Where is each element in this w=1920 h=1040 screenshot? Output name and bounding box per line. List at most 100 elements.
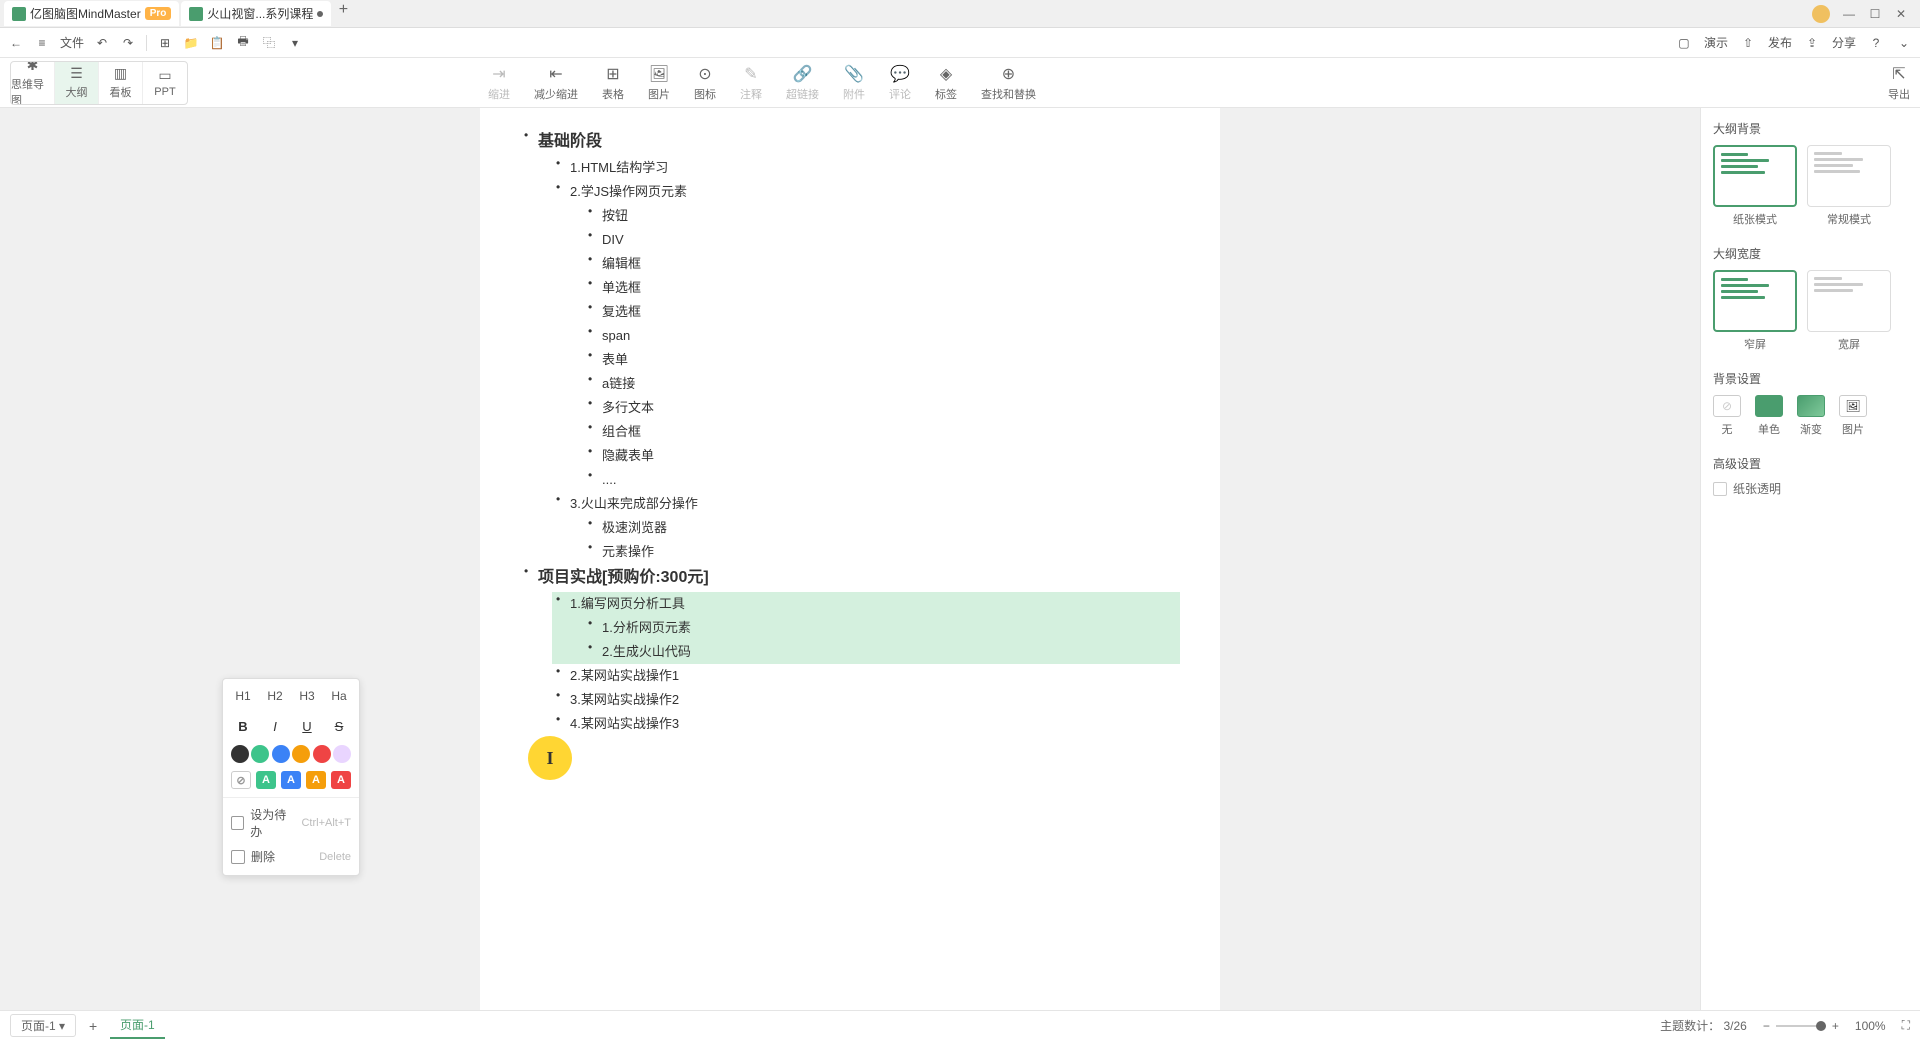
fullscreen-icon[interactable]: ⛶ bbox=[1902, 1018, 1910, 1033]
delete-button[interactable]: 删除 Delete bbox=[231, 844, 351, 869]
zoom-out-button[interactable]: − bbox=[1763, 1019, 1770, 1033]
outline-item[interactable]: 按钮 bbox=[584, 204, 1180, 228]
bg-normal-mode[interactable]: 常规模式 bbox=[1807, 145, 1891, 227]
outline-item[interactable]: 复选框 bbox=[584, 300, 1180, 324]
checkbox[interactable] bbox=[1713, 482, 1727, 496]
outline-heading[interactable]: 项目实战[预购价:300元] 1.编写网页分析工具 1.分析网页元素 2.生成火… bbox=[520, 564, 1180, 736]
chevron-down-icon[interactable]: ⌄ bbox=[1896, 35, 1912, 51]
outline-heading[interactable]: 基础阶段 1.HTML结构学习 2.学JS操作网页元素 按钮 DIV 编辑框 单… bbox=[520, 128, 1180, 564]
save-icon[interactable]: ⊞ bbox=[157, 35, 173, 51]
color-green[interactable] bbox=[251, 745, 269, 763]
heading-ha[interactable]: Ha bbox=[327, 685, 351, 707]
view-kanban[interactable]: ▥看板 bbox=[99, 62, 143, 104]
bg-gradient-option[interactable]: 渐变 bbox=[1797, 395, 1825, 437]
publish-icon[interactable]: ⇧ bbox=[1740, 35, 1756, 51]
help-icon[interactable]: ? bbox=[1868, 35, 1884, 51]
outline-item[interactable]: 单选框 bbox=[584, 276, 1180, 300]
indent-button[interactable]: ⇥缩进 bbox=[488, 64, 510, 102]
publish-button[interactable]: 发布 bbox=[1768, 34, 1792, 51]
outline-item[interactable]: 1.HTML结构学习 bbox=[552, 156, 1180, 180]
bg-none-option[interactable]: ⊘无 bbox=[1713, 395, 1741, 437]
menu-icon[interactable]: ≡ bbox=[34, 35, 50, 51]
outdent-button[interactable]: ⇤减少缩进 bbox=[534, 64, 578, 102]
outline-document[interactable]: 基础阶段 1.HTML结构学习 2.学JS操作网页元素 按钮 DIV 编辑框 单… bbox=[480, 108, 1220, 1010]
image-button[interactable]: 🖼图片 bbox=[648, 64, 670, 102]
file-menu[interactable]: 文件 bbox=[60, 34, 84, 51]
heading-h1[interactable]: H1 bbox=[231, 685, 255, 707]
bg-image-option[interactable]: 🖼图片 bbox=[1839, 395, 1867, 437]
zoom-value[interactable]: 100% bbox=[1855, 1019, 1886, 1033]
add-tab-button[interactable]: + bbox=[333, 1, 353, 26]
maximize-button[interactable]: ☐ bbox=[1868, 7, 1882, 21]
clipboard-icon[interactable]: 📋 bbox=[209, 35, 225, 51]
zoom-slider-track[interactable] bbox=[1776, 1025, 1826, 1027]
outline-item[interactable]: 编辑框 bbox=[584, 252, 1180, 276]
outline-item[interactable]: DIV bbox=[584, 228, 1180, 252]
share-button[interactable]: 分享 bbox=[1832, 34, 1856, 51]
color-purple[interactable] bbox=[333, 745, 351, 763]
transparent-checkbox-row[interactable]: 纸张透明 bbox=[1713, 480, 1908, 497]
outline-item[interactable]: .... bbox=[584, 468, 1180, 492]
view-mindmap[interactable]: ✱思维导图 bbox=[11, 62, 55, 104]
bg-solid-option[interactable]: 单色 bbox=[1755, 395, 1783, 437]
page-tab[interactable]: 页面-1 bbox=[110, 1012, 165, 1039]
outline-item[interactable]: a链接 bbox=[584, 372, 1180, 396]
heading-h2[interactable]: H2 bbox=[263, 685, 287, 707]
outline-item[interactable]: 2.学JS操作网页元素 按钮 DIV 编辑框 单选框 复选框 span 表单 a… bbox=[552, 180, 1180, 492]
view-outline[interactable]: ☰大纲 bbox=[55, 62, 99, 104]
hyperlink-button[interactable]: 🔗超链接 bbox=[786, 64, 819, 102]
color-orange[interactable] bbox=[292, 745, 310, 763]
export-button[interactable]: ⇱导出 bbox=[1888, 64, 1910, 102]
tab-document[interactable]: 火山视窗...系列课程 bbox=[181, 1, 331, 26]
color-black[interactable] bbox=[231, 745, 249, 763]
comment-button[interactable]: 💬评论 bbox=[889, 64, 911, 102]
heading-h3[interactable]: H3 bbox=[295, 685, 319, 707]
bg-green[interactable]: A bbox=[256, 771, 276, 789]
table-button[interactable]: ⊞表格 bbox=[602, 64, 624, 102]
minimize-button[interactable]: — bbox=[1842, 7, 1856, 21]
outline-item[interactable]: 隐藏表单 bbox=[584, 444, 1180, 468]
width-wide[interactable]: 宽屏 bbox=[1807, 270, 1891, 352]
share-icon[interactable]: ⇪ bbox=[1804, 35, 1820, 51]
dropdown-icon[interactable]: ▾ bbox=[287, 35, 303, 51]
present-icon[interactable]: ▢ bbox=[1676, 35, 1692, 51]
present-button[interactable]: 演示 bbox=[1704, 34, 1728, 51]
outline-item[interactable]: 元素操作 bbox=[584, 540, 1180, 564]
outline-item-selected[interactable]: 2.生成火山代码 bbox=[584, 640, 1180, 664]
copy-icon[interactable]: ⿻ bbox=[261, 35, 277, 51]
width-narrow[interactable]: 窄屏 bbox=[1713, 270, 1797, 352]
attachment-button[interactable]: 📎附件 bbox=[843, 64, 865, 102]
note-button[interactable]: ✎注释 bbox=[740, 64, 762, 102]
outline-item-selected[interactable]: 1.分析网页元素 bbox=[584, 616, 1180, 640]
bg-none[interactable]: ⊘ bbox=[231, 771, 251, 789]
outline-item[interactable]: span bbox=[584, 324, 1180, 348]
tag-button[interactable]: ◈标签 bbox=[935, 64, 957, 102]
add-page-button[interactable]: + bbox=[84, 1017, 102, 1035]
outline-item[interactable]: 2.某网站实战操作1 bbox=[552, 664, 1180, 688]
view-ppt[interactable]: ▭PPT bbox=[143, 62, 187, 104]
zoom-slider-thumb[interactable] bbox=[1816, 1021, 1826, 1031]
canvas[interactable]: 基础阶段 1.HTML结构学习 2.学JS操作网页元素 按钮 DIV 编辑框 单… bbox=[0, 108, 1700, 1010]
back-icon[interactable]: ← bbox=[8, 35, 24, 51]
bg-red[interactable]: A bbox=[331, 771, 351, 789]
bg-blue[interactable]: A bbox=[281, 771, 301, 789]
outline-item[interactable]: 3.某网站实战操作2 bbox=[552, 688, 1180, 712]
bg-orange[interactable]: A bbox=[306, 771, 326, 789]
underline-button[interactable]: U bbox=[295, 715, 319, 737]
user-avatar[interactable] bbox=[1812, 5, 1830, 23]
collapse-panel-button[interactable]: › bbox=[1700, 136, 1701, 160]
outline-item[interactable]: 组合框 bbox=[584, 420, 1180, 444]
bold-button[interactable]: B bbox=[231, 715, 255, 737]
outline-item-selected[interactable]: 1.编写网页分析工具 1.分析网页元素 2.生成火山代码 bbox=[552, 592, 1180, 664]
print-icon[interactable]: 🖶 bbox=[235, 35, 251, 51]
zoom-control[interactable]: − + bbox=[1763, 1019, 1839, 1033]
page-dropdown[interactable]: 页面-1 ▾ bbox=[10, 1014, 76, 1037]
outline-item[interactable]: 4.某网站实战操作3 bbox=[552, 712, 1180, 736]
outline-item[interactable]: 多行文本 bbox=[584, 396, 1180, 420]
strike-button[interactable]: S bbox=[327, 715, 351, 737]
outline-item[interactable]: 极速浏览器 bbox=[584, 516, 1180, 540]
outline-item[interactable]: 3.火山来完成部分操作 极速浏览器 元素操作 bbox=[552, 492, 1180, 564]
color-blue[interactable] bbox=[272, 745, 290, 763]
outline-item[interactable]: 表单 bbox=[584, 348, 1180, 372]
close-button[interactable]: ✕ bbox=[1894, 7, 1908, 21]
